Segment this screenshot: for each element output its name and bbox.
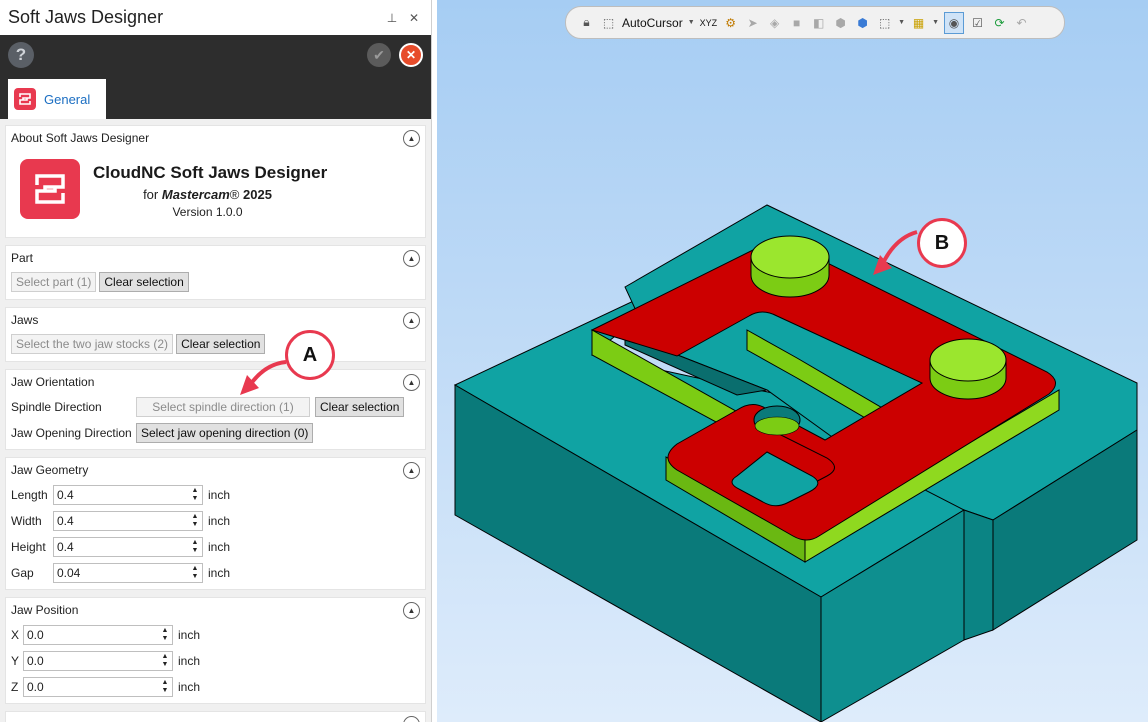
callout-a-arrow — [248, 360, 287, 387]
callout-a: A — [285, 330, 335, 380]
callout-a-arrow-layer — [240, 360, 287, 395]
